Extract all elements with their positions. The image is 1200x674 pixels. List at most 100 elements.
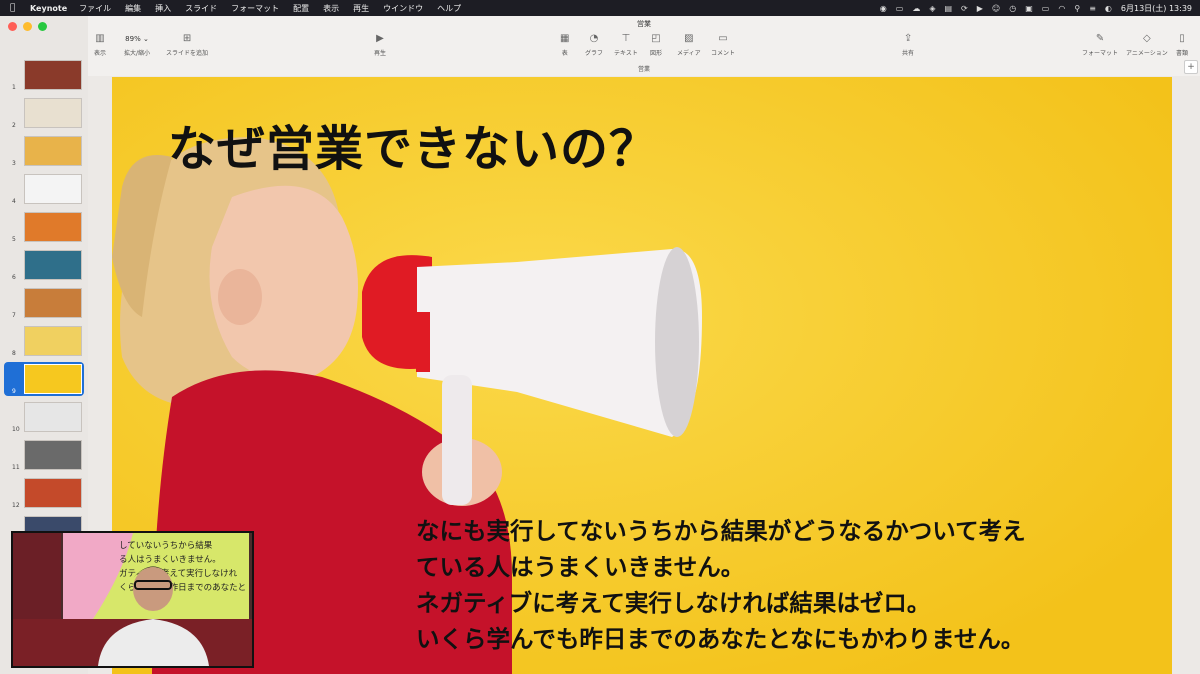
- minimize-window-button[interactable]: [23, 22, 32, 31]
- document-title: 営業: [637, 20, 651, 28]
- table-button[interactable]: ▦ 表: [560, 32, 569, 62]
- comment-icon: ▭: [718, 33, 728, 44]
- window-controls: [8, 22, 47, 31]
- document-icon: ▯: [1179, 33, 1185, 44]
- slide-number: 9: [12, 388, 16, 395]
- menu-play[interactable]: 再生: [353, 3, 369, 14]
- toolbar: 営業 ▥ 表示 89% ⌄ 拡大/縮小 ⊞ スライドを追加 ▶ 再生 ▦ 表 ◔…: [88, 16, 1200, 77]
- slide-thumbnail-7[interactable]: 7: [4, 286, 84, 320]
- share-button[interactable]: ⇪ 共有: [902, 32, 914, 62]
- cloud-icon[interactable]: ☁: [912, 4, 920, 13]
- slide-thumbnail-3[interactable]: 3: [4, 134, 84, 168]
- slide-body-line: ている人はうまくいきません。: [416, 553, 745, 581]
- format-button[interactable]: ✎ フォーマット: [1082, 32, 1118, 62]
- control-center-icon[interactable]: ≡: [1089, 4, 1096, 13]
- input-source-icon[interactable]: ▣: [1025, 4, 1033, 13]
- slide-number: 1: [12, 84, 16, 91]
- slide-thumbnail-2[interactable]: 2: [4, 96, 84, 130]
- app-menu[interactable]: Keynote: [30, 4, 67, 13]
- slide-thumbnail-image: [24, 364, 82, 394]
- play-icon[interactable]: ▶: [977, 4, 983, 13]
- slide-thumbnail-image: [24, 98, 82, 128]
- menu-window[interactable]: ウインドウ: [383, 3, 423, 14]
- slide-number: 11: [12, 464, 20, 471]
- shield-icon[interactable]: ◈: [929, 4, 935, 13]
- chart-icon: ◔: [589, 33, 599, 44]
- slide-thumbnail-5[interactable]: 5: [4, 210, 84, 244]
- battery-icon[interactable]: ▭: [1042, 4, 1050, 13]
- message-icon[interactable]: ▤: [944, 4, 952, 13]
- slide-body-line: いくら学んでも昨日までのあなたとなにもかわりません。: [416, 625, 1025, 653]
- slide-title[interactable]: なぜ営業できないの？: [168, 109, 658, 179]
- animate-icon: ◇: [1143, 33, 1151, 44]
- menubar-clock[interactable]: 6月13日(土) 13:39: [1121, 3, 1192, 14]
- view-button[interactable]: ▥ 表示: [94, 32, 106, 62]
- slide-canvas: なぜ営業できないの？ なにも実行してないうちから結果がどうなるかついて考え てい…: [88, 76, 1200, 674]
- play-button[interactable]: ▶ 再生: [374, 32, 386, 62]
- menu-slide[interactable]: スライド: [185, 3, 217, 14]
- slide-thumbnail-10[interactable]: 10: [4, 400, 84, 434]
- sidebar-icon: ▥: [95, 33, 105, 44]
- menu-arrange[interactable]: 配置: [293, 3, 309, 14]
- slide-thumbnail-8[interactable]: 8: [4, 324, 84, 358]
- animate-button[interactable]: ◇ アニメーション: [1126, 32, 1168, 62]
- document-button[interactable]: ▯ 書類: [1176, 32, 1188, 62]
- menubar-status-area: ◉ ▭ ☁ ◈ ▤ ⟳ ▶ ☺ ◷ ▣ ▭ ◠ ⚲ ≡ ◐ 6月13日(土) 1…: [880, 0, 1192, 16]
- text-icon: ⊤: [621, 33, 631, 44]
- zoom-button[interactable]: 89% ⌄ 拡大/縮小: [124, 32, 150, 62]
- menu-file[interactable]: ファイル: [79, 3, 111, 14]
- slide-thumbnail-4[interactable]: 4: [4, 172, 84, 206]
- play-label: 再生: [374, 50, 387, 57]
- zoom-label: 拡大/縮小: [124, 50, 151, 57]
- add-slide-button[interactable]: ⊞ スライドを追加: [166, 32, 208, 62]
- slide-thumbnail-12[interactable]: 12: [4, 476, 84, 510]
- slide-thumbnail-6[interactable]: 6: [4, 248, 84, 282]
- slide-thumbnail-9[interactable]: 9: [4, 362, 84, 396]
- slide-number: 7: [12, 312, 16, 319]
- menu-format[interactable]: フォーマット: [231, 3, 279, 14]
- slide-thumbnail-image: [24, 288, 82, 318]
- text-button[interactable]: ⊤ テキスト: [614, 32, 638, 62]
- sync-icon[interactable]: ⟳: [961, 4, 968, 13]
- slide-thumbnail-image: [24, 174, 82, 204]
- slide-thumbnail-1[interactable]: 1: [4, 58, 84, 92]
- table-icon: ▦: [560, 33, 570, 44]
- chevron-down-icon: ⌄: [142, 35, 149, 43]
- emoji-icon[interactable]: ☺: [992, 4, 1000, 13]
- current-slide[interactable]: なぜ営業できないの？ なにも実行してないうちから結果がどうなるかついて考え てい…: [112, 77, 1172, 674]
- search-icon[interactable]: ⚲: [1074, 4, 1080, 13]
- shape-button[interactable]: ◰ 図形: [650, 32, 662, 62]
- siri-icon[interactable]: ◐: [1105, 4, 1112, 13]
- slide-number: 2: [12, 122, 16, 129]
- slide-thumbnail-image: [24, 326, 82, 356]
- menubar:  Keynote ファイル 編集 挿入 スライド フォーマット 配置 表示 再…: [0, 0, 1200, 16]
- menu-view[interactable]: 表示: [323, 3, 339, 14]
- add-plus-icon[interactable]: +: [1184, 60, 1198, 74]
- share-icon: ⇪: [903, 33, 913, 44]
- slide-thumbnail-image: [24, 478, 82, 508]
- slide-body-text[interactable]: なにも実行してないうちから結果がどうなるかついて考え ている人はうまくいきません…: [416, 513, 1156, 657]
- menu-edit[interactable]: 編集: [125, 3, 141, 14]
- slide-number: 8: [12, 350, 16, 357]
- fullscreen-window-button[interactable]: [38, 22, 47, 31]
- slide-thumbnail-image: [24, 250, 82, 280]
- slide-thumbnail-image: [24, 212, 82, 242]
- chart-button[interactable]: ◔ グラフ: [585, 32, 603, 62]
- slide-number: 5: [12, 236, 16, 243]
- wifi-icon[interactable]: ◠: [1058, 4, 1065, 13]
- play-icon: ▶: [376, 33, 384, 44]
- slide-number: 4: [12, 198, 16, 205]
- record-icon[interactable]: ◉: [880, 4, 887, 13]
- close-window-button[interactable]: [8, 22, 17, 31]
- apple-menu-icon[interactable]: : [10, 3, 24, 13]
- time-machine-icon[interactable]: ◷: [1009, 4, 1016, 13]
- media-button[interactable]: ▨ メディア: [677, 32, 701, 62]
- shape-icon: ◰: [651, 33, 661, 44]
- slide-thumbnail-11[interactable]: 11: [4, 438, 84, 472]
- menu-help[interactable]: ヘルプ: [437, 3, 461, 14]
- paintbrush-icon: ✎: [1095, 33, 1105, 44]
- menu-insert[interactable]: 挿入: [155, 3, 171, 14]
- display-icon[interactable]: ▭: [896, 4, 904, 13]
- zoom-value: 89% ⌄: [125, 35, 149, 43]
- comment-button[interactable]: ▭ コメント: [711, 32, 735, 62]
